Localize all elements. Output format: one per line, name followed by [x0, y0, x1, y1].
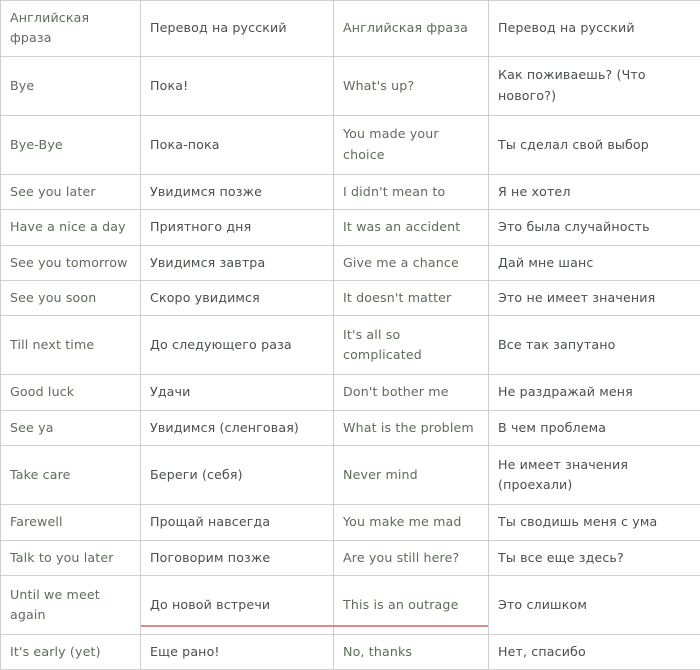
cell-russian-1: Скоро увидимся [141, 280, 334, 315]
cell-english-2: It was an accident [334, 210, 489, 245]
cell-english-2: Don't bother me [334, 375, 489, 410]
column-header-russian-2: Перевод на русский [489, 1, 700, 57]
cell-russian-1: Увидимся завтра [141, 245, 334, 280]
table-row: See you tomorrowУвидимся завтраGive me a… [1, 245, 700, 280]
cell-russian-2: Нет, спасибо [489, 634, 700, 669]
cell-english-1: See you soon [1, 280, 141, 315]
cell-russian-1: Прощай навсегда [141, 505, 334, 540]
cell-english-1: Bye-Bye [1, 115, 141, 174]
cell-russian-2: Как поживаешь? (Что нового?) [489, 56, 700, 115]
cell-english-1: See you later [1, 174, 141, 209]
cell-russian-1: Пока! [141, 56, 334, 115]
table-row: FarewellПрощай навсегдаYou make me madТы… [1, 505, 700, 540]
phrasebook-sheet: Английская фраза Перевод на русский Англ… [0, 0, 700, 628]
cell-english-2: What's up? [334, 56, 489, 115]
cell-english-1: It's early (yet) [1, 634, 141, 669]
table-row: Bye-ByeПока-покаYou made your choiceТы с… [1, 115, 700, 174]
table-body: ByeПока!What's up?Как поживаешь? (Что но… [1, 56, 700, 670]
english-russian-phrase-table: Английская фраза Перевод на русский Англ… [0, 0, 700, 670]
cell-russian-1: Пока-пока [141, 115, 334, 174]
cell-russian-2: Ты сделал свой выбор [489, 115, 700, 174]
cell-english-2: What is the problem [334, 410, 489, 445]
cell-english-1: See ya [1, 410, 141, 445]
cell-english-2: Are you still here? [334, 540, 489, 575]
cell-english-1: Bye [1, 56, 141, 115]
table-row: Take careБереги (себя)Never mindНе имеет… [1, 446, 700, 505]
column-header-russian-1: Перевод на русский [141, 1, 334, 57]
cell-english-2: No, thanks [334, 634, 489, 669]
cell-english-2: I didn't mean to [334, 174, 489, 209]
cell-russian-1: До следующего раза [141, 316, 334, 375]
bottom-rule-decoration [141, 625, 488, 627]
cell-russian-1: Поговорим позже [141, 540, 334, 575]
table-row: ByeПока!What's up?Как поживаешь? (Что но… [1, 56, 700, 115]
cell-russian-2: Все так запутано [489, 316, 700, 375]
cell-english-1: Have a nice a day [1, 210, 141, 245]
cell-russian-1: Приятного дня [141, 210, 334, 245]
cell-russian-2: Это слишком [489, 575, 700, 634]
cell-russian-1: Увидимся позже [141, 174, 334, 209]
table-row: See you soonСкоро увидимсяIt doesn't mat… [1, 280, 700, 315]
cell-russian-2: Дай мне шанс [489, 245, 700, 280]
cell-russian-2: Это была случайность [489, 210, 700, 245]
cell-english-2: It's all so complicated [334, 316, 489, 375]
cell-russian-1: Удачи [141, 375, 334, 410]
cell-english-2: You make me mad [334, 505, 489, 540]
cell-russian-2: Не раздражай меня [489, 375, 700, 410]
table-row: Good luckУдачиDon't bother meНе раздража… [1, 375, 700, 410]
cell-english-1: Good luck [1, 375, 141, 410]
table-header: Английская фраза Перевод на русский Англ… [1, 1, 700, 57]
cell-english-2: You made your choice [334, 115, 489, 174]
cell-english-1: Until we meet again [1, 575, 141, 634]
cell-russian-2: Ты все еще здесь? [489, 540, 700, 575]
cell-russian-1: Увидимся (сленговая) [141, 410, 334, 445]
cell-english-2: It doesn't matter [334, 280, 489, 315]
table-row: See yaУвидимся (сленговая)What is the pr… [1, 410, 700, 445]
cell-russian-1: Береги (себя) [141, 446, 334, 505]
cell-russian-2: Это не имеет значения [489, 280, 700, 315]
cell-english-2: Never mind [334, 446, 489, 505]
cell-english-1: Farewell [1, 505, 141, 540]
table-row: Till next timeДо следующего разаIt's all… [1, 316, 700, 375]
cell-english-1: See you tomorrow [1, 245, 141, 280]
column-header-english-2: Английская фраза [334, 1, 489, 57]
table-header-row: Английская фраза Перевод на русский Англ… [1, 1, 700, 57]
table-row: Talk to you laterПоговорим позжеAre you … [1, 540, 700, 575]
cell-russian-1: Еще рано! [141, 634, 334, 669]
cell-english-1: Till next time [1, 316, 141, 375]
cell-russian-2: Ты сводишь меня с ума [489, 505, 700, 540]
column-header-english-1: Английская фраза [1, 1, 141, 57]
table-row: It's early (yet)Еще рано!No, thanksНет, … [1, 634, 700, 669]
cell-russian-2: Я не хотел [489, 174, 700, 209]
table-row: Have a nice a dayПриятного дняIt was an … [1, 210, 700, 245]
table-row: See you laterУвидимся позжеI didn't mean… [1, 174, 700, 209]
cell-english-1: Take care [1, 446, 141, 505]
cell-english-1: Talk to you later [1, 540, 141, 575]
cell-russian-2: В чем проблема [489, 410, 700, 445]
cell-russian-2: Не имеет значения (проехали) [489, 446, 700, 505]
cell-english-2: Give me a chance [334, 245, 489, 280]
